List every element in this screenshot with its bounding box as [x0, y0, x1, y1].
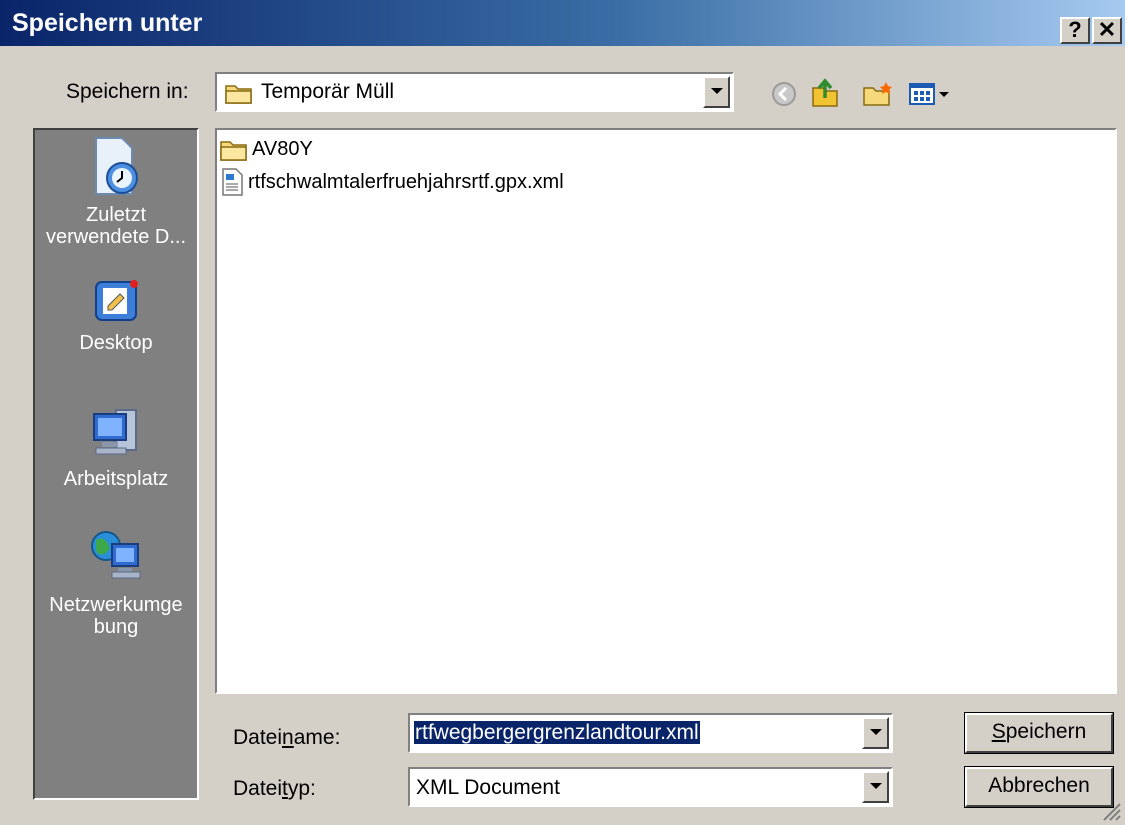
cancel-button[interactable]: Abbrechen: [964, 766, 1114, 808]
save-button[interactable]: Speichern: [964, 712, 1114, 754]
place-desktop[interactable]: Desktop: [35, 276, 197, 354]
filename-label: Dateiname:: [233, 726, 340, 750]
chevron-down-icon[interactable]: [703, 76, 730, 108]
file-list[interactable]: [215, 128, 1117, 694]
chevron-down-icon[interactable]: [862, 771, 889, 803]
chevron-down-icon[interactable]: [862, 717, 889, 749]
place-my-computer[interactable]: Arbeitsplatz: [35, 402, 197, 490]
folder-icon: [225, 85, 252, 104]
filename-label-part: ame:: [293, 726, 341, 749]
close-button[interactable]: ✕: [1092, 17, 1122, 44]
save-button-label: peichern: [1005, 720, 1087, 743]
place-desktop-label: Desktop: [79, 332, 153, 354]
save-in-combo[interactable]: Temporär Müll: [215, 72, 734, 112]
help-button[interactable]: ?: [1060, 17, 1090, 44]
network-icon: [91, 531, 141, 579]
recent-documents-icon: [95, 137, 138, 195]
place-network-label-2: bung: [93, 616, 139, 638]
place-recent-label-2: verwendete D...: [45, 226, 187, 248]
place-my-computer-label: Arbeitsplatz: [63, 468, 169, 490]
filetype-label: Dateityp:: [233, 777, 316, 801]
resize-grip-icon[interactable]: [1100, 800, 1122, 822]
xml-file-icon: [222, 168, 243, 196]
filename-label-mnemonic: n: [282, 726, 294, 749]
place-recent[interactable]: Zuletzt verwendete D...: [35, 136, 197, 248]
filetype-select[interactable]: XML Document: [408, 767, 893, 807]
place-network-label-1: Netzwerkumge: [49, 594, 183, 616]
new-folder-icon[interactable]: [862, 80, 894, 108]
filetype-label-part: Datei: [233, 777, 283, 800]
save-in-label: Speichern in:: [66, 80, 189, 103]
filename-input[interactable]: rtfwegbergergrenzlandtour.xml: [414, 721, 700, 744]
list-item[interactable]: AV80Y: [220, 138, 313, 161]
place-recent-label-1: Zuletzt: [85, 204, 147, 226]
filename-label-part: Datei: [233, 726, 283, 749]
folder-icon: [220, 140, 247, 161]
file-name: AV80Y: [252, 138, 313, 160]
filetype-label-part: yp:: [287, 777, 316, 800]
list-item[interactable]: rtfschwalmtalerfruehjahrsrtf.gpx.xml: [220, 168, 564, 196]
view-menu-icon[interactable]: [908, 80, 958, 108]
save-button-mnemonic: S: [991, 720, 1006, 743]
title-bar[interactable]: Speichern unter ? ✕: [0, 0, 1125, 46]
save-in-value: Temporär Müll: [261, 80, 395, 103]
place-network[interactable]: Netzwerkumge bung: [35, 526, 197, 638]
back-icon[interactable]: [770, 80, 798, 108]
file-name: rtfschwalmtalerfruehjahrsrtf.gpx.xml: [248, 170, 564, 193]
filetype-value: XML Document: [416, 776, 560, 799]
my-computer-icon: [93, 409, 137, 455]
up-folder-icon[interactable]: [810, 76, 840, 108]
places-bar: Zuletzt verwendete D... Desktop Arbeitsp…: [33, 128, 199, 800]
window-title: Speichern unter: [12, 9, 203, 37]
desktop-icon: [95, 280, 138, 321]
filename-combo[interactable]: rtfwegbergergrenzlandtour.xml: [408, 713, 893, 753]
